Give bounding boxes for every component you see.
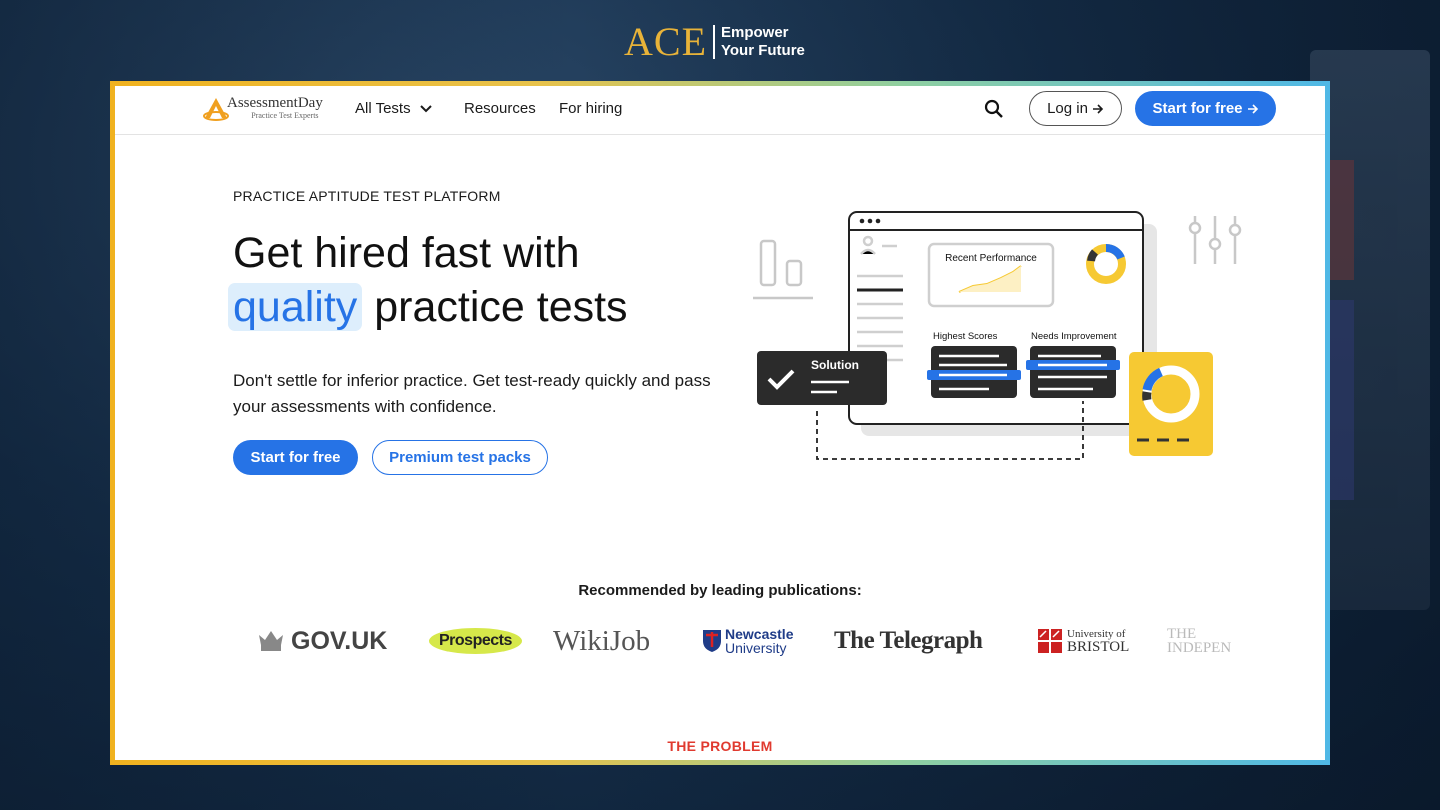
govuk-text: GOV.UK [291, 626, 388, 655]
independent-text: INDEPEN [1167, 640, 1232, 656]
navbar: AssessmentDay Practice Test Experts All … [115, 86, 1325, 135]
dashboard-illustration: Recent Performance Highest Scores Needs … [753, 211, 1242, 460]
prospects-text: Prospects [429, 628, 522, 654]
newcastle-logo: Newcastle University [702, 616, 793, 666]
nav-start-free-button[interactable]: Start for free [1135, 91, 1276, 126]
nav-resources-label: Resources [464, 100, 536, 117]
publications-title: Recommended by leading publications: [578, 582, 862, 599]
newcastle-text: Newcastle [725, 626, 794, 642]
nav-for-hiring-label: For hiring [559, 100, 623, 117]
ace-brand: ACE Empower Your Future [624, 20, 805, 64]
logo-name: AssessmentDay [227, 95, 323, 111]
section-label-problem: THE PROBLEM [667, 738, 773, 754]
ace-logo: ACE [624, 19, 707, 64]
webpage: AssessmentDay Practice Test Experts All … [115, 86, 1325, 760]
hero-subtext: Don't settle for inferior practice. Get … [233, 371, 711, 416]
bristol-logo: University of BRISTOL [1037, 616, 1129, 666]
start-free-button[interactable]: Start for free [233, 440, 358, 475]
independent-the-text: THE [1167, 626, 1197, 642]
tagline-line1: Empower [721, 24, 789, 41]
logo-mark-icon [201, 95, 231, 121]
highest-scores-label: Highest Scores [933, 331, 998, 342]
telegraph-logo: The Telegraph [834, 616, 983, 666]
recent-performance-label: Recent Performance [945, 253, 1037, 264]
sliders-icon [1188, 216, 1242, 264]
nav-resources[interactable]: Resources [464, 100, 536, 117]
telegraph-text: The Telegraph [834, 627, 983, 654]
premium-test-packs-button[interactable]: Premium test packs [372, 440, 548, 475]
govuk-logo: GOV.UK [255, 616, 387, 666]
newcastle-university-text: University [725, 640, 787, 656]
arrow-right-icon [1092, 103, 1104, 114]
nav-all-tests-label: All Tests [355, 100, 411, 117]
crest-icon [1038, 629, 1062, 653]
assessmentday-logo[interactable]: AssessmentDay Practice Test Experts [201, 95, 323, 121]
needs-improvement-label: Needs Improvement [1031, 331, 1117, 342]
nav-for-hiring[interactable]: For hiring [559, 100, 622, 117]
wikijob-logo: WikiJob [553, 616, 650, 666]
nav-start-free-label: Start for free [1152, 100, 1243, 117]
shield-icon [703, 630, 721, 652]
bristol-text: BRISTOL [1067, 639, 1130, 655]
brand-tagline: Empower Your Future [721, 24, 805, 60]
nav-all-tests[interactable]: All Tests [355, 100, 433, 117]
headline-highlight: quality [228, 283, 363, 331]
crown-icon [259, 631, 283, 651]
logo-subtitle: Practice Test Experts [251, 111, 319, 120]
brand-divider [713, 25, 715, 59]
arrow-right-icon [1247, 103, 1258, 114]
prospects-logo: Prospects [429, 616, 522, 666]
bar-chart-icon [753, 239, 813, 300]
tagline-line2: Your Future [721, 42, 805, 59]
solution-label: Solution [811, 358, 859, 372]
independent-logo: THE INDEPEN [1167, 616, 1243, 666]
login-button[interactable]: Log in [1029, 91, 1122, 126]
hero-headline: Get hired fast with quality practice tes… [228, 226, 628, 334]
login-label: Log in [1047, 100, 1088, 117]
search-icon[interactable] [983, 98, 1005, 120]
screenshot-frame: AssessmentDay Practice Test Experts All … [110, 81, 1330, 765]
headline-line1: Get hired fast with [233, 229, 580, 277]
publication-logos: GOV.UK Prospects WikiJob Newcastle Unive… [233, 616, 1243, 666]
wikijob-text: WikiJob [553, 624, 651, 657]
headline-rest: practice tests [362, 283, 628, 331]
chevron-down-icon [419, 104, 432, 112]
hero-eyebrow: PRACTICE APTITUDE TEST PLATFORM [233, 188, 501, 204]
